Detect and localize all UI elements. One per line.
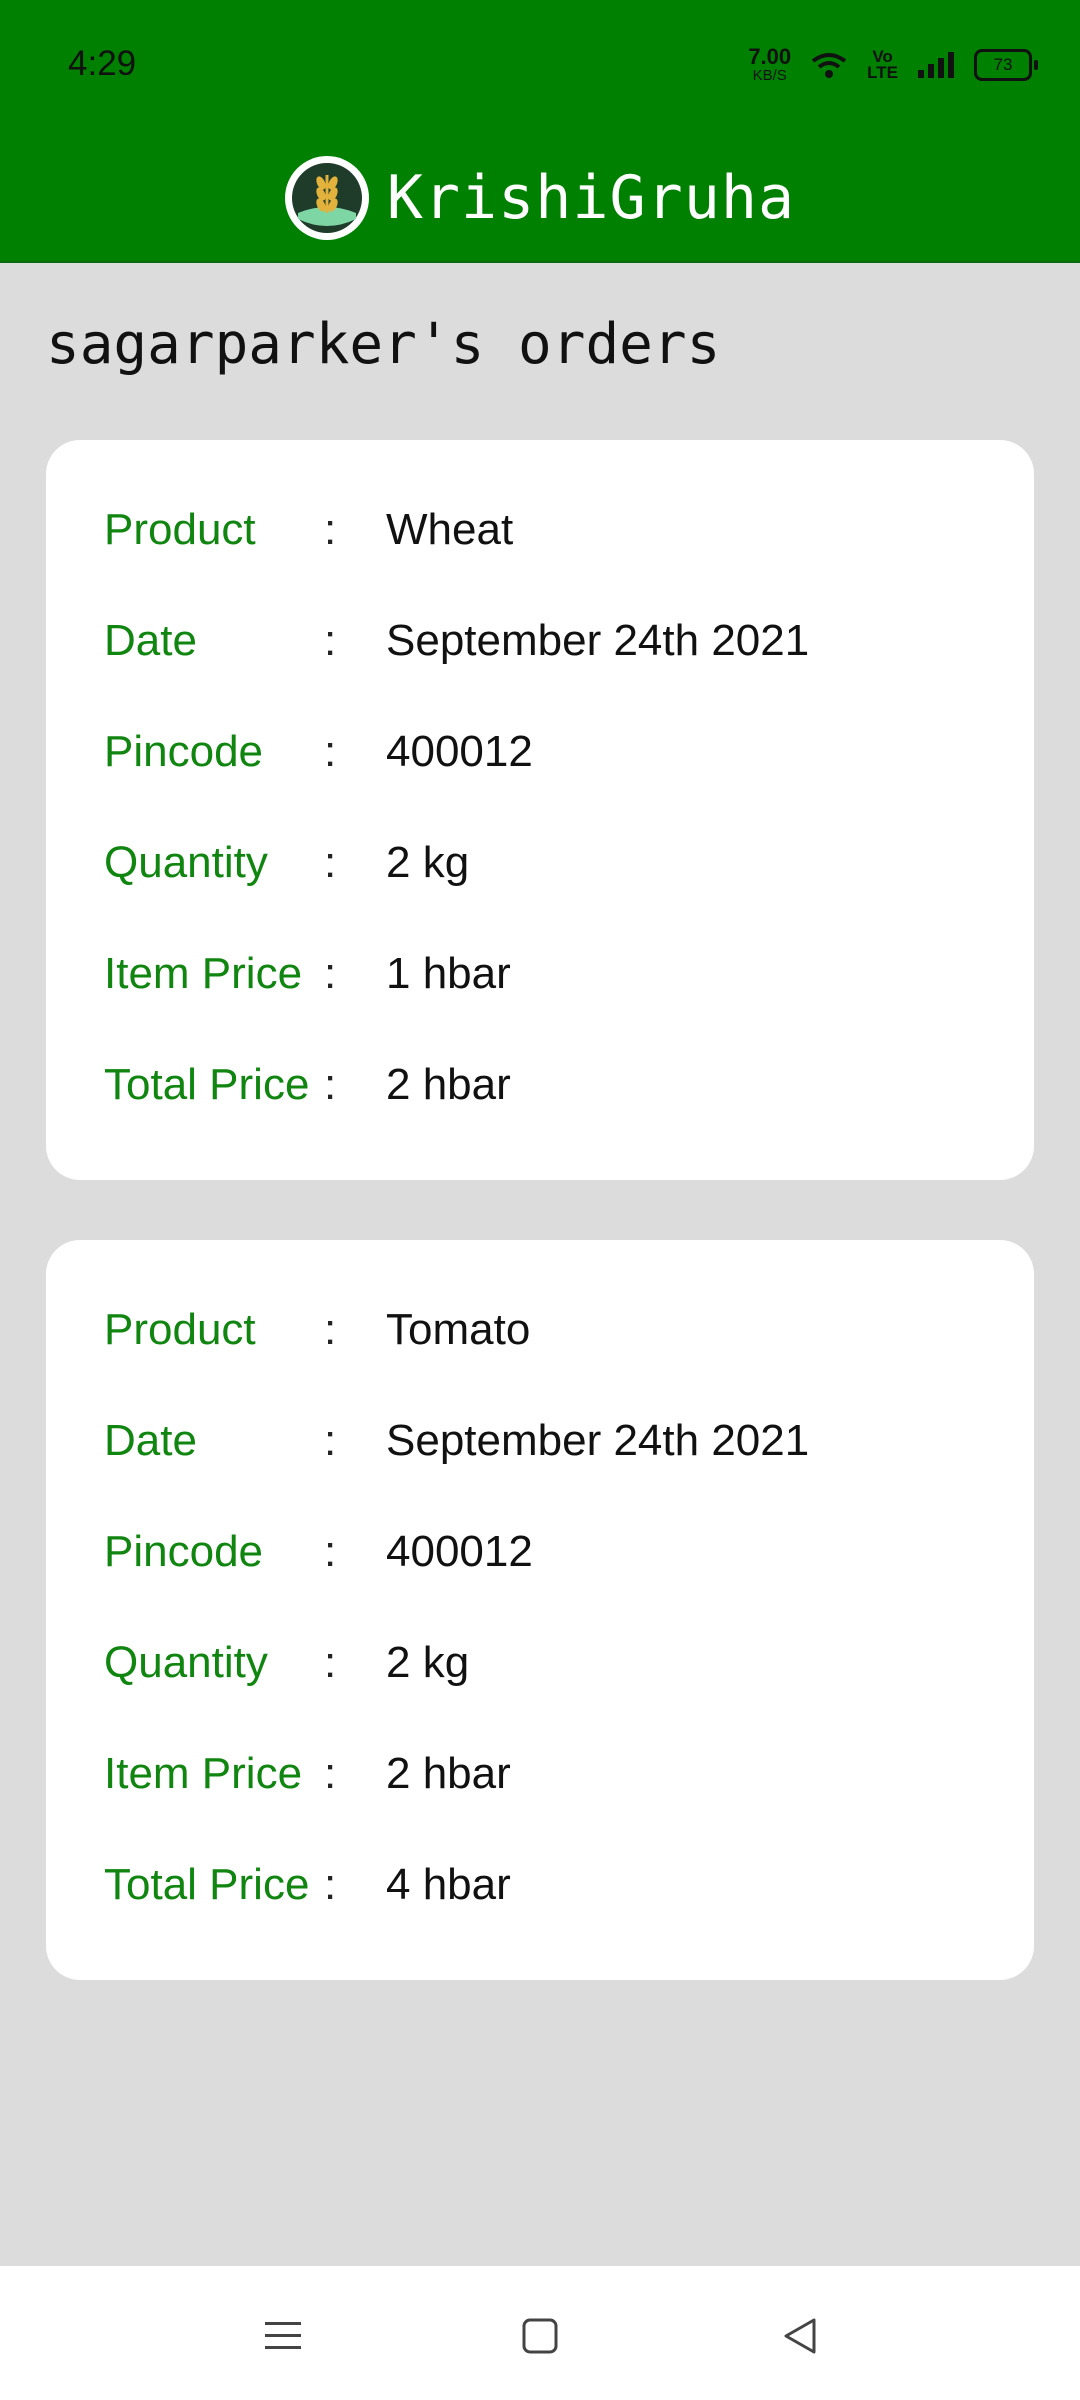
- home-square-icon[interactable]: [510, 2306, 570, 2366]
- separator: :: [324, 505, 337, 554]
- wifi-icon: [811, 52, 847, 78]
- status-icons: 7.00 KB/S Vo LTE 73: [748, 44, 1038, 84]
- quantity-value: 2 kg: [386, 1638, 470, 1687]
- date-row: Date : September 24th 2021: [104, 611, 809, 671]
- quantity-value: 2 kg: [386, 838, 470, 887]
- wheat-logo-icon: [284, 156, 369, 240]
- pincode-label: Pincode: [104, 1527, 264, 1576]
- product-row: Product : Wheat: [104, 500, 513, 560]
- pincode-row: Pincode : 400012: [104, 722, 533, 782]
- pincode-label: Pincode: [104, 727, 264, 776]
- item-price-row: Item Price : 1 hbar: [104, 944, 511, 1004]
- product-label: Product: [104, 1305, 256, 1354]
- battery-icon: 73: [974, 48, 1038, 81]
- item-price-row: Item Price : 2 hbar: [104, 1744, 511, 1804]
- item-price-value: 1 hbar: [386, 949, 511, 998]
- battery-level: 73: [993, 54, 1013, 74]
- product-value: Wheat: [386, 505, 514, 554]
- separator: :: [324, 949, 337, 998]
- product-row: Product : Tomato: [104, 1300, 530, 1360]
- page-title: sagarparker's orders: [46, 312, 721, 377]
- quantity-label: Quantity: [104, 1638, 268, 1687]
- app-header: 4:29 7.00 KB/S Vo LTE 73 KrishiGruha: [0, 0, 1080, 263]
- total-price-row: Total Price : 2 hbar: [104, 1055, 511, 1115]
- order-card: Product : Tomato Date : September 24th 2…: [46, 1240, 1034, 1980]
- date-label: Date: [104, 1416, 197, 1465]
- quantity-row: Quantity : 2 kg: [104, 1633, 469, 1693]
- quantity-label: Quantity: [104, 838, 268, 887]
- date-label: Date: [104, 616, 197, 665]
- date-value: September 24th 2021: [386, 616, 810, 665]
- separator: :: [324, 1305, 337, 1354]
- total-price-label: Total Price: [104, 1860, 310, 1909]
- separator: :: [324, 616, 337, 665]
- quantity-row: Quantity : 2 kg: [104, 833, 469, 893]
- back-triangle-icon[interactable]: [770, 2306, 830, 2366]
- separator: :: [324, 1527, 337, 1576]
- total-price-label: Total Price: [104, 1060, 310, 1109]
- item-price-value: 2 hbar: [386, 1749, 511, 1798]
- brand: KrishiGruha: [0, 156, 1080, 240]
- system-nav-bar: [0, 2266, 1080, 2400]
- pincode-value: 400012: [386, 727, 533, 776]
- separator: :: [324, 1749, 337, 1798]
- item-price-label: Item Price: [104, 1749, 303, 1798]
- signal-icon: [918, 51, 954, 78]
- pincode-value: 400012: [386, 1527, 533, 1576]
- volte-icon: Vo LTE: [867, 47, 898, 82]
- app-title: KrishiGruha: [386, 163, 796, 233]
- order-card: Product : Wheat Date : September 24th 20…: [46, 440, 1034, 1180]
- separator: :: [324, 838, 337, 887]
- date-row: Date : September 24th 2021: [104, 1411, 809, 1471]
- separator: :: [324, 1860, 337, 1909]
- separator: :: [324, 727, 337, 776]
- network-speed-unit: KB/S: [752, 67, 787, 84]
- total-price-row: Total Price : 4 hbar: [104, 1855, 511, 1915]
- pincode-row: Pincode : 400012: [104, 1522, 533, 1582]
- status-time: 4:29: [68, 44, 137, 83]
- product-value: Tomato: [386, 1305, 531, 1354]
- product-label: Product: [104, 505, 256, 554]
- network-speed: 7.00 KB/S: [748, 44, 792, 84]
- total-price-value: 4 hbar: [386, 1860, 511, 1909]
- date-value: September 24th 2021: [386, 1416, 810, 1465]
- separator: :: [324, 1416, 337, 1465]
- total-price-value: 2 hbar: [386, 1060, 511, 1109]
- separator: :: [324, 1060, 337, 1109]
- separator: :: [324, 1638, 337, 1687]
- menu-icon[interactable]: [253, 2306, 313, 2366]
- network-speed-value: 7.00: [748, 44, 792, 69]
- item-price-label: Item Price: [104, 949, 303, 998]
